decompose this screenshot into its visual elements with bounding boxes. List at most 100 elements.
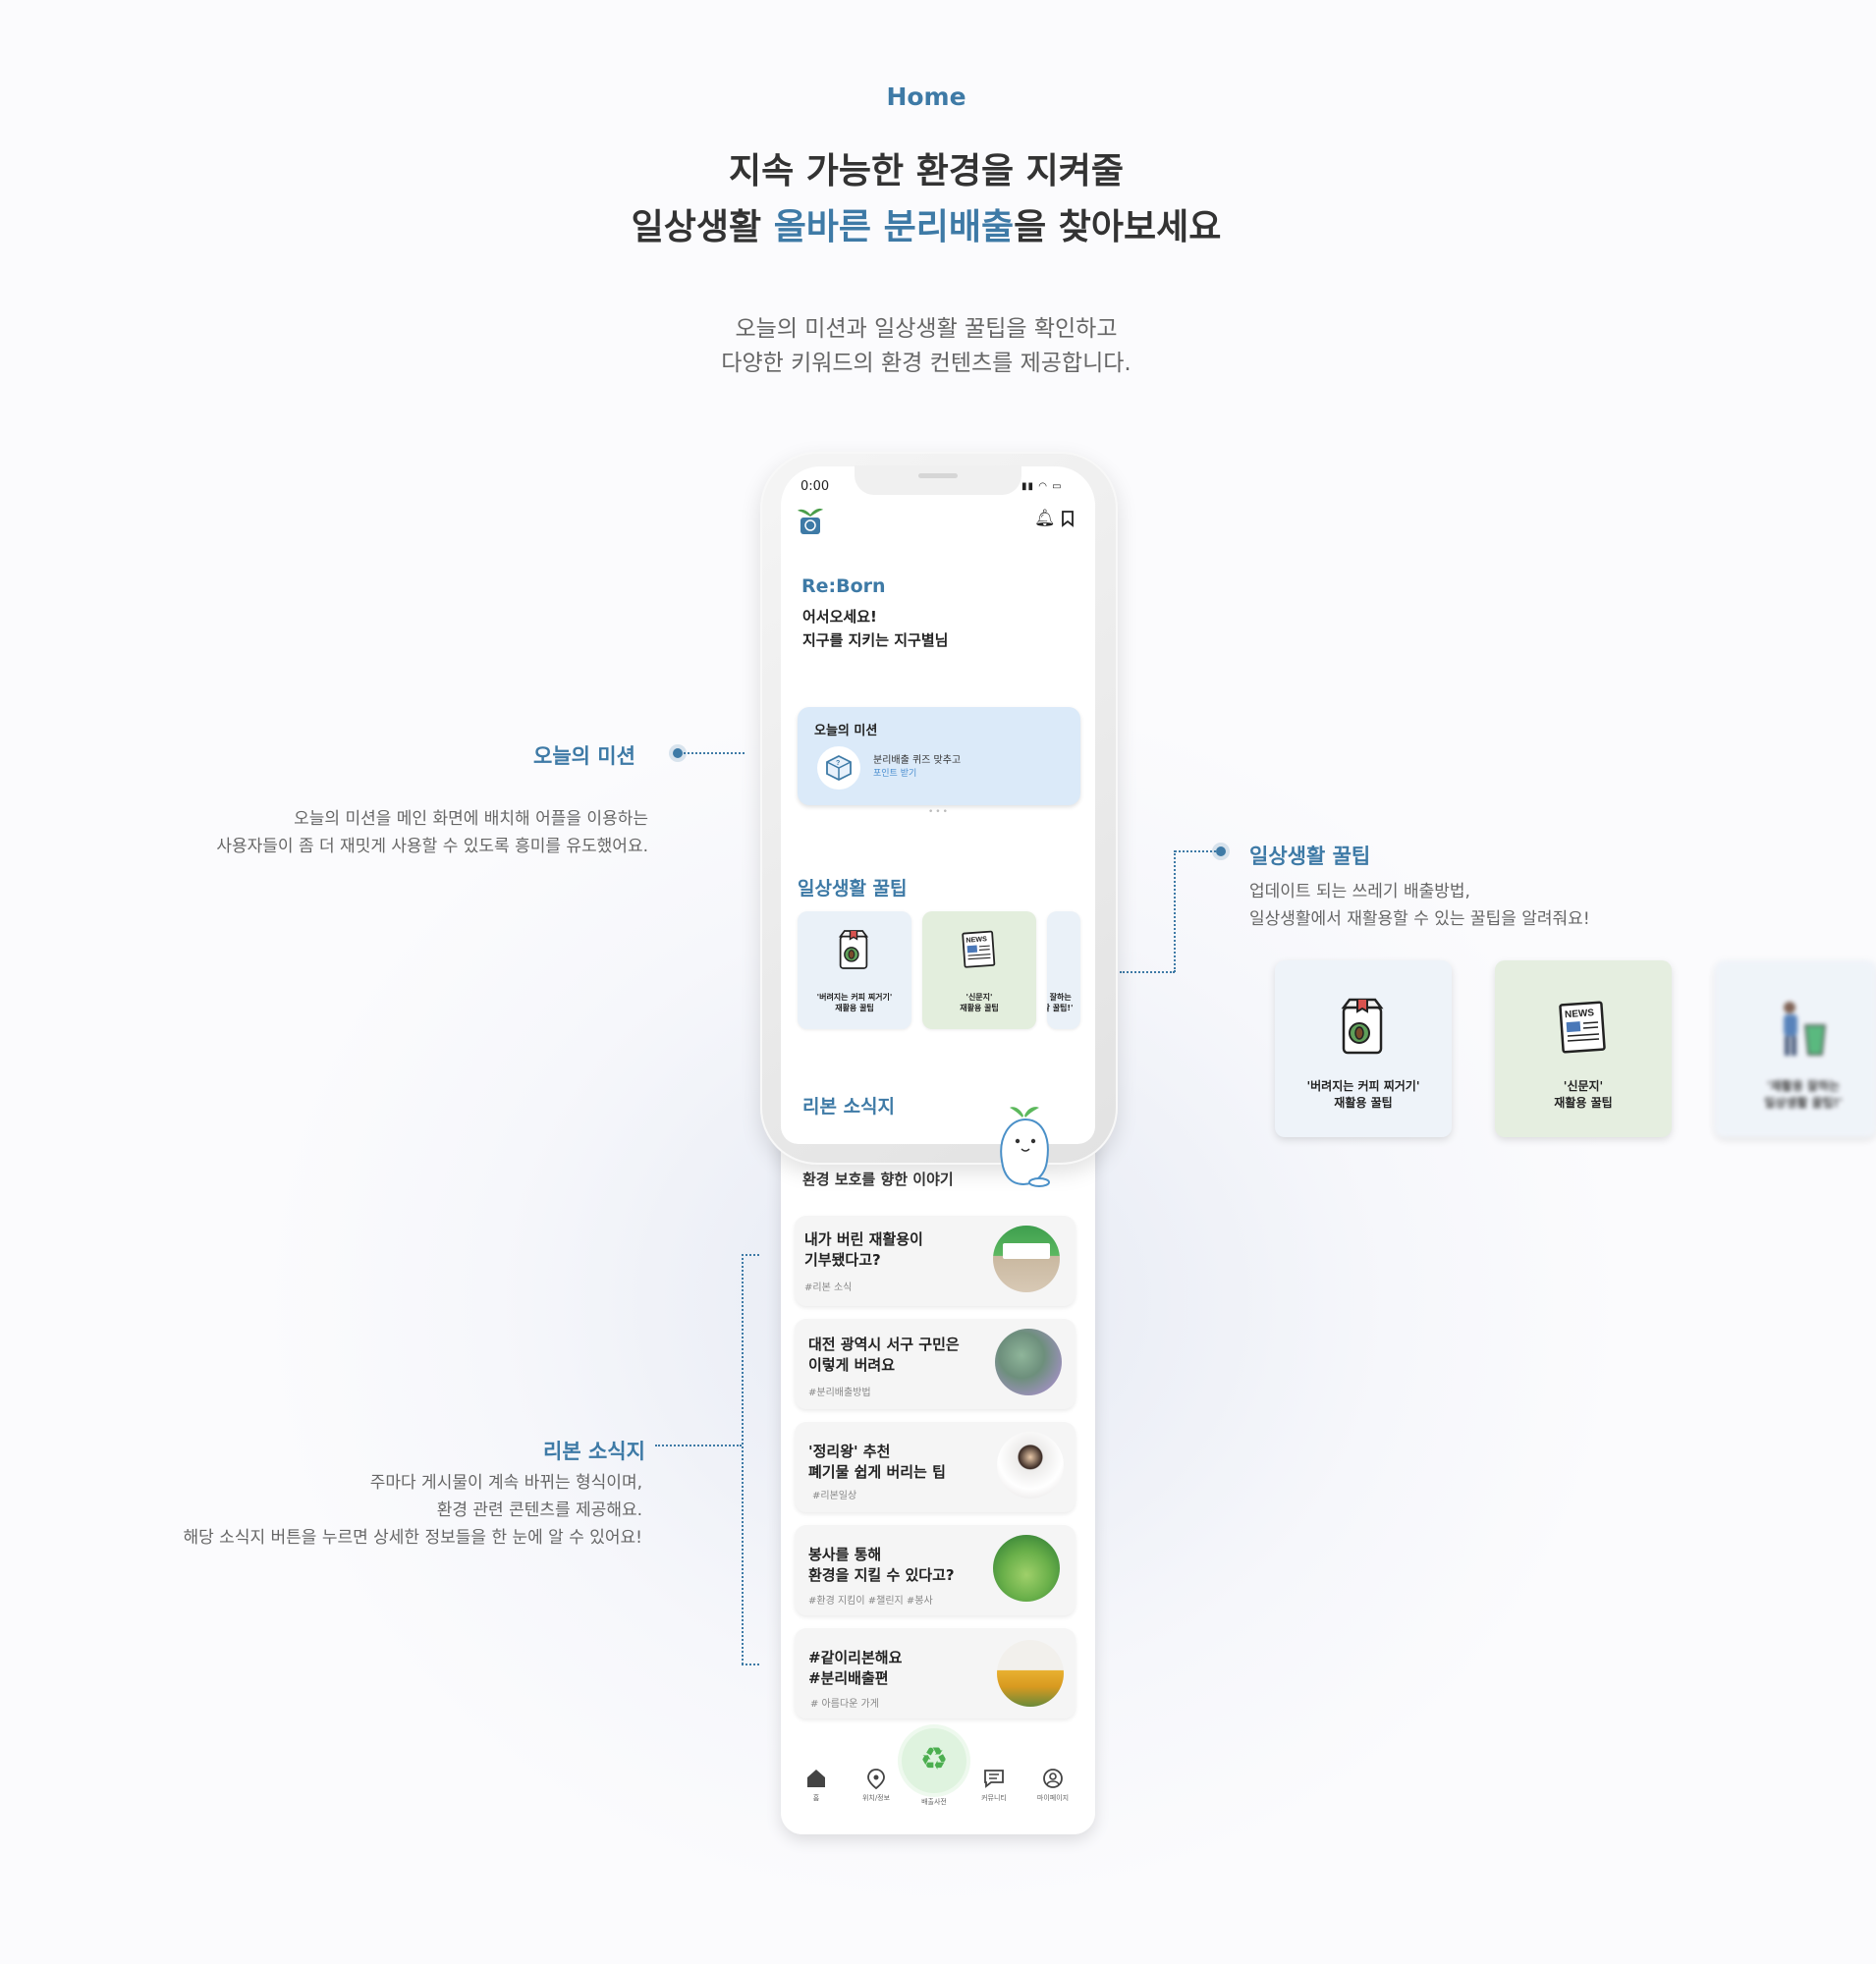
- section-eyebrow: Home: [886, 82, 966, 111]
- nav-item-community[interactable]: 커뮤니티: [969, 1768, 1019, 1803]
- headline-line2: 일상생활 올바른 분리배출을 찾아보세요: [0, 198, 1852, 249]
- headline-line2-pre: 일상생활: [631, 207, 774, 247]
- news-card[interactable]: 내가 버린 재활용이 기부됐다고? #리본 소식: [795, 1216, 1076, 1306]
- news-title-line2: 폐기물 쉽게 버리는 팁: [808, 1463, 946, 1481]
- annotation-news-title: 리본 소식지: [543, 1440, 645, 1463]
- news-title-line2: #분리배출편: [808, 1669, 889, 1687]
- greeting: 어서오세요! 지구를 지키는 지구별님: [802, 605, 948, 652]
- profile-icon: [1043, 1769, 1063, 1788]
- nav-label-community: 커뮤니티: [981, 1794, 1007, 1802]
- headline-line1: 지속 가능한 환경을 지켜줄: [729, 151, 1124, 191]
- annotation-news-desc-line3: 해당 소식지 버튼을 누르면 상세한 정보들을 한 눈에 알 수 있어요!: [183, 1528, 643, 1548]
- svg-text:?: ?: [836, 760, 840, 767]
- battery-icon: ▭: [1052, 481, 1063, 492]
- svg-text:NEWS: NEWS: [1565, 1008, 1595, 1020]
- news-tag: #환경 지킴이 #챌린지 #봉사: [808, 1596, 933, 1607]
- bell-icon[interactable]: 🔔︎: [1034, 509, 1056, 528]
- app-logo-icon[interactable]: [796, 505, 825, 536]
- annotation-tips-desc-line1: 업데이트 되는 쓰레기 배출방법,: [1249, 882, 1470, 901]
- news-card[interactable]: '정리왕' 추천 폐기물 쉽게 버리는 팁 #리본일상: [795, 1422, 1076, 1512]
- nav-item-location[interactable]: 위치/정보: [852, 1768, 901, 1803]
- news-tag: #분리배출방법: [808, 1388, 871, 1398]
- nav-item-dictionary[interactable]: 배출사전: [910, 1797, 959, 1807]
- status-icons: ▮▮ ◠ ▭: [1021, 481, 1063, 492]
- phone-screen: [781, 466, 1095, 1144]
- showcase-tip-line1: '신문지': [1563, 1079, 1604, 1093]
- news-title-line1: 내가 버린 재활용이: [804, 1230, 923, 1248]
- greeting-line2: 지구를 지키는 지구별님: [802, 631, 949, 649]
- location-pin-icon: [867, 1769, 885, 1789]
- annotation-news-connector: [655, 1445, 742, 1446]
- tip-line2: 재활용 꿀팁: [960, 1004, 999, 1012]
- annotation-tips-title: 일상생활 꿀팁: [1249, 845, 1371, 868]
- annotation-mission-connector: [684, 752, 745, 754]
- nav-label-location: 위치/정보: [861, 1794, 891, 1802]
- news-card[interactable]: 봉사를 통해 환경을 지킬 수 있다고? #환경 지킴이 #챌린지 #봉사: [795, 1525, 1076, 1615]
- status-time: 0:00: [800, 479, 830, 494]
- headline-accent: 올바른 분리배출: [773, 207, 1015, 247]
- tip-card-coffee[interactable]: '버려지는 커피 찌거기' 재활용 꿀팁: [798, 911, 911, 1029]
- phone-speaker: [918, 473, 958, 478]
- showcase-tip-card-newspaper[interactable]: NEWS '신문지' 재활용 꿀팁: [1495, 960, 1672, 1137]
- quiz-cube-icon: ?: [826, 754, 852, 782]
- news-tag: # 아름다운 가게: [810, 1699, 879, 1710]
- news-title-line1: #같이리본해요: [808, 1649, 903, 1666]
- news-thumbnail-recycling-bins: [995, 1329, 1062, 1395]
- annotation-tips-connector-vertical: [1174, 850, 1176, 972]
- news-title-line2: 기부됐다고?: [804, 1251, 881, 1269]
- svg-text:NEWS: NEWS: [966, 935, 987, 944]
- mission-line1: 분리배출 퀴즈 맞추고: [873, 755, 962, 766]
- tip-line1: '버려지는 커피 찌거기': [816, 993, 893, 1002]
- subtitle-line2: 다양한 키워드의 환경 컨텐츠를 제공합니다.: [721, 351, 1131, 376]
- tip-line2: 일상생활 꿀팁!': [1047, 1004, 1074, 1012]
- annotation-tips-desc: 업데이트 되는 쓰레기 배출방법, 일상생활에서 재활용할 수 있는 꿀팁을 알…: [1249, 878, 1740, 933]
- recycle-icon: ♻: [919, 1740, 949, 1777]
- mission-reward-link[interactable]: 포인트 받기: [873, 766, 916, 779]
- news-card[interactable]: #같이리본해요 #분리배출편 # 아름다운 가게: [795, 1628, 1076, 1718]
- showcase-tip-line2: 재활용 꿀팁: [1554, 1096, 1613, 1110]
- news-card[interactable]: 대전 광역시 서구 구민은 이렇게 버려요 #분리배출방법: [795, 1319, 1076, 1409]
- news-section-title: 리본 소식지: [802, 1096, 896, 1118]
- news-thumbnail-person: [997, 1432, 1064, 1499]
- nav-item-mypage[interactable]: 마이페이지: [1028, 1768, 1077, 1803]
- person-recycle-icon: [1784, 1002, 1826, 1056]
- tip-line1: '재활용 잘하는: [1047, 993, 1072, 1002]
- brand-name: Re:Born: [801, 575, 886, 597]
- annotation-mission-desc: 오늘의 미션을 메인 화면에 배치해 어플을 이용하는 사용자들이 좀 더 재밋…: [196, 805, 648, 860]
- tip-card-newspaper[interactable]: NEWS '신문지' 재활용 꿀팁: [922, 911, 1036, 1029]
- nav-label-home: 홈: [812, 1794, 820, 1802]
- showcase-tip-card-daily[interactable]: '재활용 잘하는 일상생활 꿀팁!': [1715, 960, 1876, 1137]
- greeting-line1: 어서오세요!: [802, 608, 877, 626]
- annotation-mission-dot: [673, 748, 683, 758]
- nav-item-home[interactable]: 홈: [792, 1768, 841, 1803]
- seal-mascot-icon: [1000, 1107, 1050, 1187]
- nav-label-mypage: 마이페이지: [1036, 1794, 1070, 1802]
- tip-card-daily-partial[interactable]: '재활용 잘하는 일상생활 꿀팁!': [1047, 911, 1080, 1029]
- annotation-news-desc-line1: 주마다 게시물이 계속 바뀌는 형식이며,: [369, 1473, 642, 1493]
- signal-icon: ▮▮: [1021, 481, 1035, 492]
- phone-notch: [855, 465, 1021, 495]
- mission-icon-circle: ?: [817, 746, 860, 790]
- mission-title: 오늘의 미션: [814, 724, 878, 738]
- annotation-news-bracket: [742, 1254, 744, 1664]
- annotation-tips-connector-bottom: [1120, 971, 1175, 973]
- subtitle-line1: 오늘의 미션과 일상생활 꿀팁을 확인하고: [735, 316, 1118, 342]
- annotation-news-bracket-bottom: [742, 1664, 759, 1665]
- showcase-tip-card-coffee[interactable]: '버려지는 커피 찌거기' 재활용 꿀팁: [1275, 960, 1452, 1137]
- news-thumbnail-donation: [993, 1226, 1060, 1292]
- annotation-mission-desc-line1: 오늘의 미션을 메인 화면에 배치해 어플을 이용하는: [294, 809, 648, 829]
- coffee-bag-icon: [1341, 998, 1384, 1055]
- news-tag: #리본일상: [812, 1491, 857, 1501]
- annotation-mission-desc-line2: 사용자들이 좀 더 재밋게 사용할 수 있도록 흥미를 유도했어요.: [216, 837, 648, 856]
- newspaper-icon: NEWS: [1559, 1001, 1606, 1054]
- annotation-news-bracket-top: [742, 1254, 759, 1256]
- news-title-line2: 환경을 지킬 수 있다고?: [808, 1566, 955, 1584]
- news-thumbnail-volunteer: [993, 1535, 1060, 1602]
- news-title-line1: 대전 광역시 서구 구민은: [808, 1336, 960, 1353]
- newspaper-icon: NEWS: [962, 930, 996, 968]
- showcase-tip-line1: '재활용 잘하는: [1766, 1079, 1841, 1093]
- bookmark-icon[interactable]: [1061, 511, 1075, 527]
- annotation-tips-connector-top: [1175, 850, 1216, 852]
- nav-center-button[interactable]: ♻: [902, 1728, 966, 1793]
- showcase-tip-line2: 재활용 꿀팁: [1334, 1096, 1393, 1110]
